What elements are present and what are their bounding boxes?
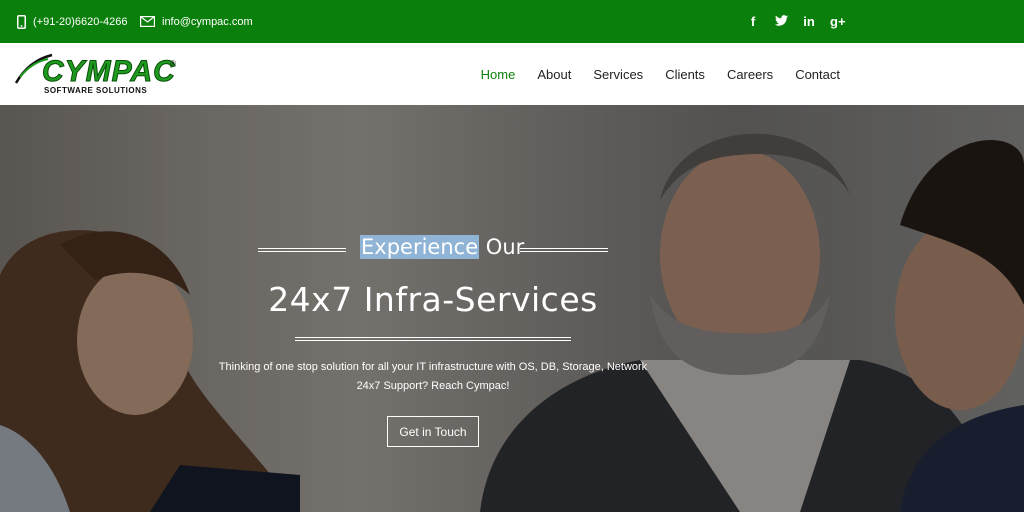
- envelope-icon: [140, 16, 155, 27]
- top-contact-bar: (+91-20)6620-4266 info@cympac.com f in g…: [0, 0, 1024, 43]
- linkedin-icon[interactable]: in: [802, 14, 816, 29]
- eyebrow-right-divider: [520, 248, 608, 252]
- nav-contact[interactable]: Contact: [795, 67, 840, 82]
- twitter-icon[interactable]: [774, 14, 788, 29]
- logo-wordmark: CYMPAC: [42, 55, 176, 89]
- main-navbar: CYMPAC ® SOFTWARE SOLUTIONS Home About S…: [0, 43, 1024, 105]
- nav-careers[interactable]: Careers: [727, 67, 773, 82]
- hero-subtext: Thinking of one stop solution for all yo…: [0, 358, 866, 396]
- email-address: info@cympac.com: [162, 15, 253, 28]
- eyebrow-highlight: Experience: [360, 235, 480, 259]
- hero-eyebrow-row: Experience Our: [258, 235, 608, 265]
- get-in-touch-button[interactable]: Get in Touch: [387, 416, 479, 447]
- hero-eyebrow: Experience Our: [360, 235, 524, 259]
- nav-home[interactable]: Home: [481, 67, 516, 82]
- nav-about[interactable]: About: [537, 67, 571, 82]
- phone-number: (+91-20)6620-4266: [33, 15, 128, 28]
- nav-clients[interactable]: Clients: [665, 67, 705, 82]
- hero-content: Experience Our 24x7 Infra-Services Think…: [0, 105, 1024, 512]
- nav-services[interactable]: Services: [593, 67, 643, 82]
- cympac-logo[interactable]: CYMPAC ® SOFTWARE SOLUTIONS: [14, 53, 179, 97]
- hero-subtext-line-1: Thinking of one stop solution for all yo…: [218, 361, 648, 373]
- hero-banner: Experience Our 24x7 Infra-Services Think…: [0, 105, 1024, 512]
- primary-nav: Home About Services Clients Careers Cont…: [481, 43, 840, 105]
- mobile-phone-icon: [17, 14, 26, 29]
- phone-contact[interactable]: (+91-20)6620-4266: [17, 0, 128, 43]
- social-links: f in g+: [746, 0, 846, 43]
- email-contact[interactable]: info@cympac.com: [140, 0, 253, 43]
- registered-mark: ®: [170, 59, 176, 68]
- hero-subtext-line-2: 24x7 Support? Reach Cympac!: [356, 380, 510, 392]
- eyebrow-rest: Our: [479, 235, 525, 259]
- eyebrow-left-divider: [258, 248, 346, 252]
- facebook-icon[interactable]: f: [746, 14, 760, 29]
- google-plus-icon[interactable]: g+: [830, 14, 846, 29]
- headline-underline-divider: [295, 337, 571, 341]
- logo-tagline: SOFTWARE SOLUTIONS: [44, 86, 148, 95]
- hero-headline: 24x7 Infra-Services: [268, 280, 598, 319]
